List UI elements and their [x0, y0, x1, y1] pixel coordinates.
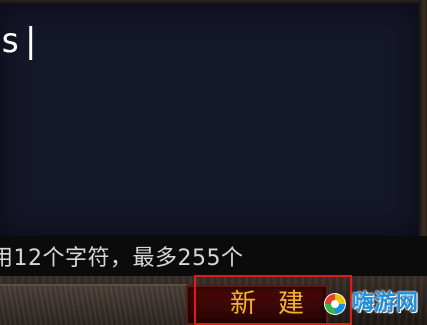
- character-count-hint: 用12个字符，最多255个: [0, 246, 244, 271]
- watermark-text: 嗨游网: [352, 291, 419, 316]
- stone-panel: [0, 284, 188, 325]
- haiyou-logo-icon: [324, 293, 346, 315]
- watermark: 嗨游网: [322, 289, 418, 319]
- text-input-content[interactable]: s|: [0, 24, 41, 58]
- window-right-frame: [419, 0, 427, 240]
- text-input-area[interactable]: [0, 4, 419, 236]
